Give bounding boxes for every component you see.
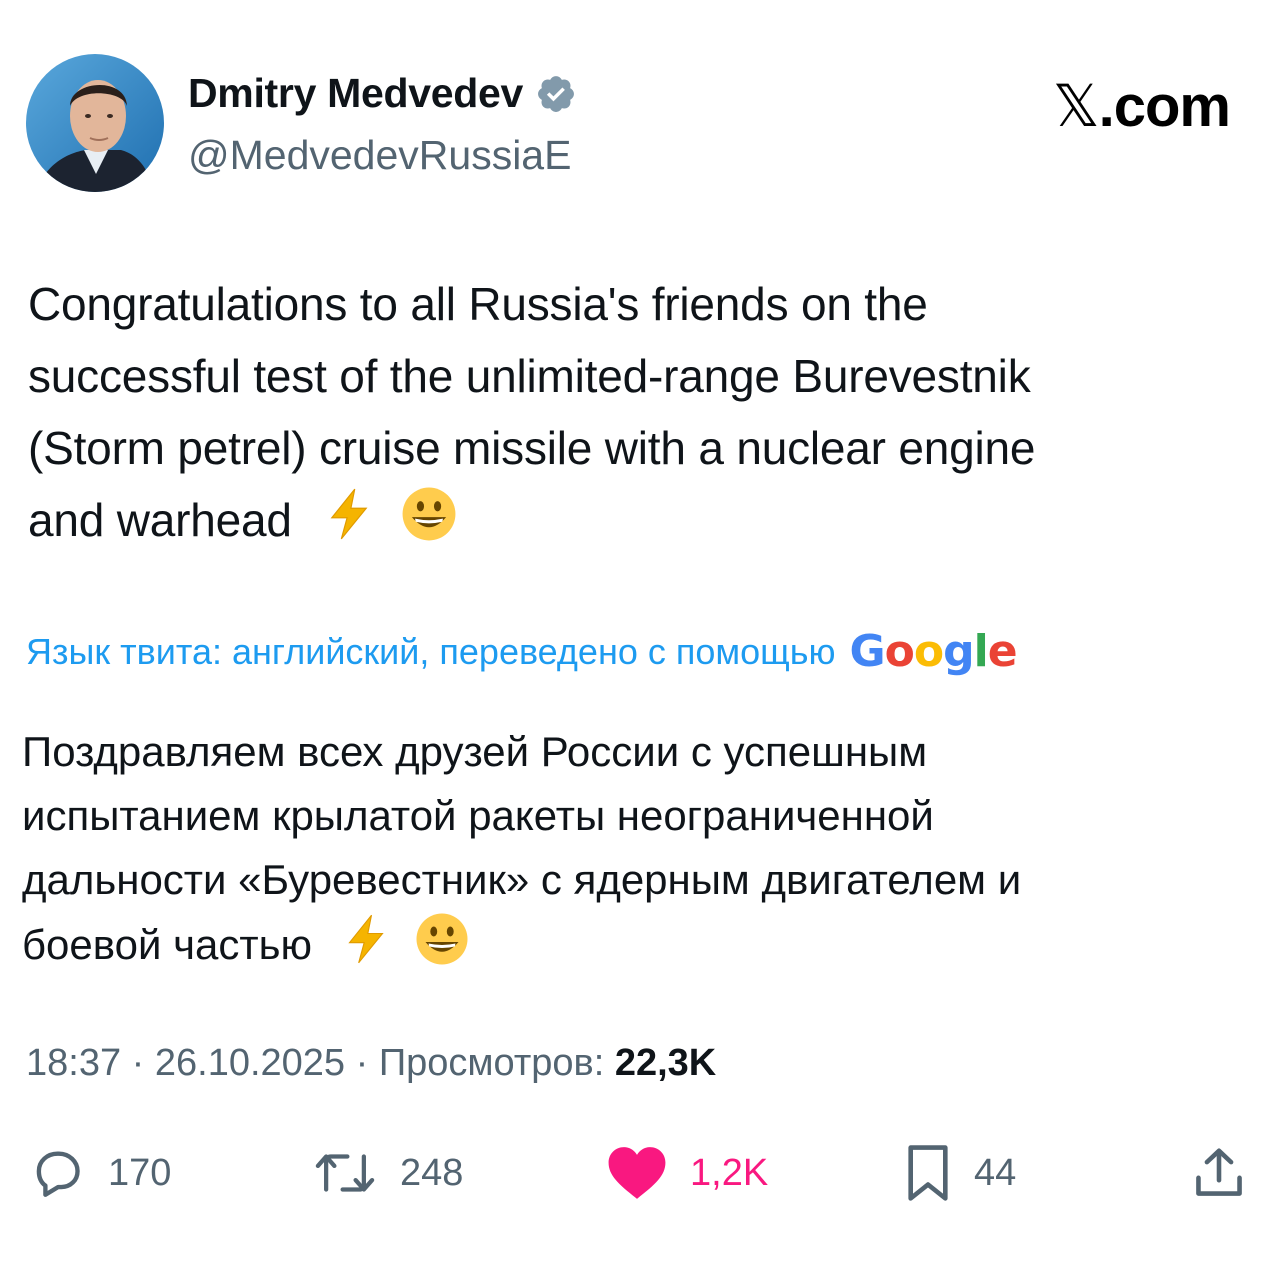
repost-icon <box>315 1154 375 1192</box>
tweet-date[interactable]: 26.10.2025 <box>155 1042 345 1084</box>
smiling-face-emoji-icon <box>401 486 457 562</box>
repost-count: 248 <box>400 1151 464 1194</box>
tweet-line: and warhead <box>28 484 1248 562</box>
reply-button[interactable]: 170 <box>28 1138 171 1208</box>
translated-line: Поздравляем всех друзей России с успешны… <box>22 728 928 775</box>
views-count[interactable]: 22,3K <box>615 1042 716 1084</box>
tweet-line: Congratulations to all Russia's friends … <box>28 278 928 330</box>
translated-line: боевой частью <box>22 912 1252 984</box>
translated-line: дальности «Буревестник» с ядерным двигат… <box>22 856 1022 903</box>
tweet-time[interactable]: 18:37 <box>26 1042 121 1084</box>
repost-button[interactable]: 248 <box>312 1138 463 1208</box>
meta-separator: · <box>131 1042 145 1084</box>
smiling-face-emoji-icon <box>415 912 469 984</box>
bookmark-count: 44 <box>974 1151 1017 1194</box>
verified-badge-icon <box>535 73 577 115</box>
lightning-emoji-icon <box>326 487 372 561</box>
google-logo: Google <box>849 626 1018 677</box>
author-handle[interactable]: @MedvedevRussiaE <box>188 132 571 179</box>
tweet-line: successful test of the unlimited-range B… <box>28 350 1031 402</box>
translated-text: Поздравляем всех друзей России с успешны… <box>22 720 1252 984</box>
reply-count: 170 <box>108 1151 172 1194</box>
translated-line-text: боевой частью <box>22 921 312 969</box>
heart-icon <box>608 1147 666 1199</box>
avatar[interactable] <box>26 54 164 192</box>
bookmark-button[interactable]: 44 <box>904 1138 1016 1208</box>
translation-note-text[interactable]: Язык твита: английский, переведено с пом… <box>26 631 836 673</box>
site-label: 𝕏.com <box>1052 72 1231 140</box>
views-label: Просмотров: <box>378 1042 605 1084</box>
like-button[interactable]: 1,2K <box>606 1138 768 1208</box>
lightning-emoji-icon <box>344 913 388 983</box>
share-button[interactable] <box>1190 1138 1248 1208</box>
like-count: 1,2K <box>690 1151 769 1194</box>
action-bar: 170 248 1,2K 44 <box>0 1138 1280 1208</box>
translated-line: испытанием крылатой ракеты неограниченно… <box>22 792 934 839</box>
bookmark-icon <box>908 1145 948 1201</box>
reply-icon <box>36 1151 80 1197</box>
tweet-line: (Storm petrel) cruise missile with a nuc… <box>28 422 1036 474</box>
tweet-text: Congratulations to all Russia's friends … <box>28 268 1248 562</box>
meta-separator: · <box>355 1042 369 1084</box>
author-name-text[interactable]: Dmitry Medvedev <box>188 70 523 117</box>
share-icon <box>1196 1148 1242 1196</box>
tweet-meta: 18:37 · 26.10.2025 · Просмотров: 22,3K <box>26 1042 716 1085</box>
site-label-suffix: .com <box>1098 74 1231 139</box>
tweet-line-text: and warhead <box>28 494 292 546</box>
x-logo-icon: 𝕏 <box>1052 72 1100 140</box>
author-name[interactable]: Dmitry Medvedev <box>188 70 577 117</box>
translation-note[interactable]: Язык твита: английский, переведено с пом… <box>26 626 1018 677</box>
